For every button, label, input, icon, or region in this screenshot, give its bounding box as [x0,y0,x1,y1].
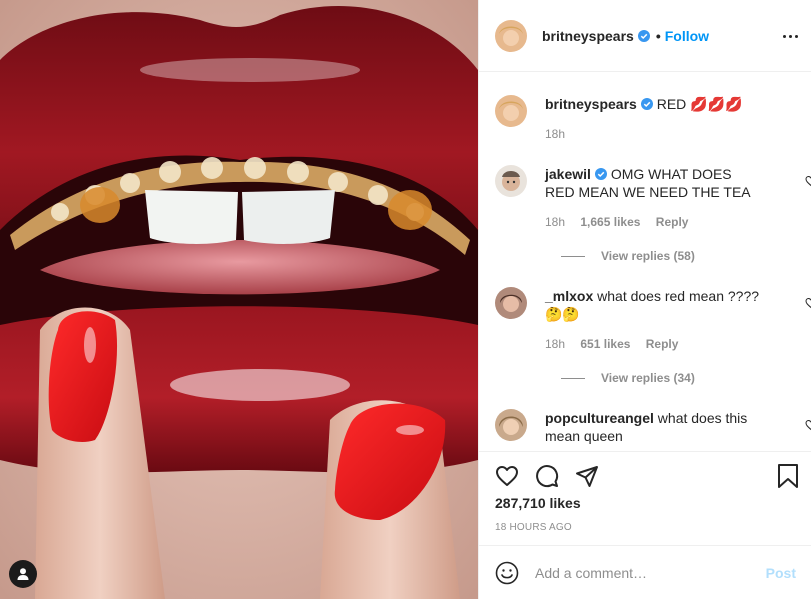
post-details-pane: britneyspears • Follow britneyspears RED… [478,0,811,599]
verified-badge-icon [594,168,607,180]
comment-likes[interactable]: 651 likes [580,337,630,351]
comment-like-heart-icon[interactable] [805,175,811,187]
comment-composer: Post [479,545,811,599]
divider [561,255,585,257]
comment-time[interactable]: 18h [545,215,565,229]
post-actions: 287,710 likes 18 HOURS AGO [479,451,811,545]
view-replies-button[interactable]: View replies (58) [561,249,695,263]
bookmark-icon[interactable] [777,464,799,488]
comment-body: popcultureangel what does this mean quee… [545,409,763,445]
comment-input[interactable] [535,564,755,581]
like-count[interactable]: 287,710 likes [495,495,581,511]
post-header: britneyspears • Follow [479,0,811,72]
view-replies-button[interactable]: View replies (34) [561,371,695,385]
caption-meta: 18h [545,127,577,141]
caption-body: britneyspears RED 💋💋💋 [545,95,763,113]
divider [561,377,585,379]
verified-badge-icon [640,98,653,110]
separator-dot: • [655,27,661,44]
comment-likes[interactable]: 1,665 likes [580,215,640,229]
view-replies-label: View replies (58) [601,249,695,263]
caption-avatar[interactable] [495,95,527,127]
red-lips-photo [0,0,478,599]
comment-avatar[interactable] [495,409,527,441]
caption-time[interactable]: 18h [545,127,565,141]
view-replies-label: View replies (34) [601,371,695,385]
reply-button[interactable]: Reply [646,337,679,351]
comment-username[interactable]: jakewil [545,166,591,182]
caption-text: RED 💋💋💋 [656,96,743,112]
comment-body: _mlxox what does red mean ???? 🤔🤔 [545,287,763,323]
paper-plane-icon[interactable] [575,464,599,488]
comment-like-heart-icon[interactable] [805,419,811,431]
comment-body: jakewil OMG WHAT DOES RED MEAN WE NEED T… [545,165,763,201]
author-avatar[interactable] [495,19,527,52]
comment-avatar[interactable] [495,165,527,197]
comment-meta: 18h 651 likes Reply [545,337,690,351]
author-username[interactable]: britneyspears [542,28,634,44]
comment-username[interactable]: _mlxox [545,288,593,304]
instagram-post: britneyspears • Follow britneyspears RED… [0,0,811,599]
comment-username[interactable]: popcultureangel [545,410,654,426]
comment-meta: 18h 1,665 likes Reply [545,215,700,229]
comment-avatar[interactable] [495,287,527,319]
comment-time[interactable]: 18h [545,337,565,351]
post-timestamp[interactable]: 18 HOURS AGO [495,522,572,533]
follow-button[interactable]: Follow [665,28,709,44]
post-image[interactable] [0,0,478,599]
caption-username[interactable]: britneyspears [545,96,637,112]
comment-like-heart-icon[interactable] [805,297,811,309]
smiley-icon[interactable] [495,561,519,585]
heart-icon[interactable] [495,464,519,488]
comments-list[interactable]: britneyspears RED 💋💋💋 18h jakewil OMG WH… [479,73,811,451]
reply-button[interactable]: Reply [656,215,689,229]
post-comment-button[interactable]: Post [766,565,796,581]
user-tag-icon[interactable] [9,560,37,588]
more-options-icon[interactable] [778,26,802,46]
verified-badge-icon [637,29,650,42]
speech-bubble-icon[interactable] [535,464,559,488]
